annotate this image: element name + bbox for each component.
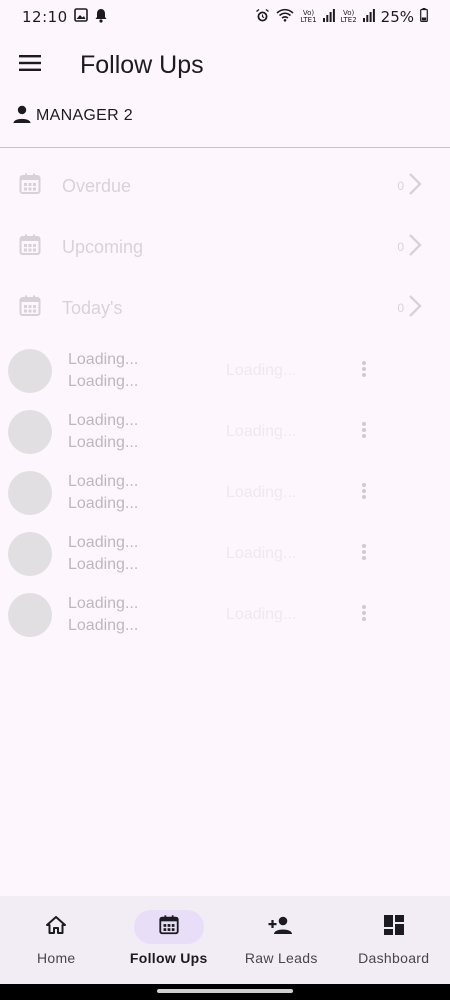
nav-item-follow-ups[interactable]: Follow Ups: [113, 896, 226, 984]
list-item[interactable]: Loading... Loading... Loading...: [8, 346, 388, 396]
more-vert-icon: [361, 543, 367, 566]
status-bar: 12:10 Vo) LTE1 Vo) LTE2 25%: [0, 0, 450, 34]
more-options-button[interactable]: [354, 539, 374, 569]
signal-icon-2: [362, 8, 375, 26]
more-options-button[interactable]: [354, 356, 374, 386]
nav-label: Raw Leads: [244, 950, 318, 966]
dashboard-icon: [383, 914, 405, 941]
gesture-handle[interactable]: [157, 989, 293, 993]
nav-label: Dashboard: [358, 950, 430, 966]
home-icon: [45, 915, 67, 940]
more-vert-icon: [361, 421, 367, 444]
nav-icon-wrap: [359, 910, 429, 944]
signal-icon-1: [322, 8, 335, 26]
lte2-label: Vo) LTE2: [340, 9, 357, 24]
list-item-texts: Loading... Loading...: [68, 412, 228, 452]
page-title: Follow Ups: [80, 50, 204, 79]
battery-icon: [420, 8, 428, 26]
list-item-texts: Loading... Loading...: [68, 473, 228, 513]
list-item-status: Loading...: [226, 606, 297, 623]
list-item-status: Loading...: [226, 423, 297, 440]
chevron-right-icon: [408, 172, 422, 201]
avatar: [8, 471, 52, 515]
status-time: 12:10: [22, 8, 68, 26]
avatar: [8, 593, 52, 637]
list-item-texts: Loading... Loading...: [68, 595, 228, 635]
nav-icon-wrap: [246, 910, 316, 944]
list-item-status: Loading...: [226, 484, 297, 501]
avatar: [8, 349, 52, 393]
list-item-line1: Loading...: [68, 534, 139, 551]
avatar: [8, 410, 52, 454]
chevron-right-icon: [408, 294, 422, 323]
list-item-line1: Loading...: [68, 473, 139, 490]
list-item[interactable]: Loading... Loading... Loading...: [8, 590, 388, 640]
nav-label: Follow Ups: [129, 950, 208, 966]
status-right: Vo) LTE1 Vo) LTE2 25%: [255, 8, 428, 27]
list-item-line2: Loading...: [68, 495, 139, 512]
list-item-status: Loading...: [226, 362, 297, 379]
bottom-nav: Home Follow Ups Raw Leads Dashboard: [0, 896, 450, 984]
summary-count: 0: [397, 179, 404, 193]
list-item-line2: Loading...: [68, 434, 139, 451]
list-item-line1: Loading...: [68, 412, 139, 429]
chevron-right-icon: [408, 233, 422, 262]
user-row: MANAGER 2: [12, 100, 133, 132]
nav-item-home[interactable]: Home: [0, 896, 113, 984]
summary-label: Today's: [62, 297, 123, 318]
list-item-line2: Loading...: [68, 556, 139, 573]
summary-label: Overdue: [62, 175, 132, 196]
more-options-button[interactable]: [354, 600, 374, 630]
menu-button[interactable]: [0, 34, 60, 96]
calendar-icon: [18, 172, 42, 201]
more-options-button[interactable]: [354, 478, 374, 508]
avatar: [8, 532, 52, 576]
list-item-texts: Loading... Loading...: [68, 534, 228, 574]
calendar-icon: [158, 914, 180, 941]
app-bar: Follow Ups: [0, 34, 450, 96]
summary-upcoming[interactable]: Upcoming 0: [18, 227, 422, 267]
gallery-icon: [73, 8, 88, 26]
list-item-line2: Loading...: [68, 373, 139, 390]
user-name: MANAGER 2: [36, 107, 133, 124]
nav-item-raw-leads[interactable]: Raw Leads: [225, 896, 338, 984]
wifi-icon: [276, 8, 295, 26]
alarm-icon: [255, 8, 270, 27]
summary-count: 0: [397, 301, 404, 315]
person-add-icon: [268, 915, 294, 940]
more-vert-icon: [361, 360, 367, 383]
more-vert-icon: [361, 604, 367, 627]
list-item-line1: Loading...: [68, 351, 139, 368]
lte1-label: Vo) LTE1: [300, 9, 317, 24]
list-item[interactable]: Loading... Loading... Loading...: [8, 529, 388, 579]
nav-label: Home: [36, 950, 76, 966]
system-gesture-bar: [0, 984, 450, 1000]
summary-count: 0: [397, 240, 404, 254]
bell-icon: [94, 8, 108, 27]
person-icon: [12, 104, 32, 129]
nav-item-dashboard[interactable]: Dashboard: [338, 896, 450, 984]
more-vert-icon: [361, 482, 367, 505]
list-item-line1: Loading...: [68, 595, 139, 612]
calendar-icon: [18, 233, 42, 262]
summary-label: Upcoming: [62, 236, 144, 257]
nav-icon-wrap: [21, 910, 91, 944]
calendar-icon: [18, 294, 42, 323]
list-item-line2: Loading...: [68, 617, 139, 634]
menu-icon: [19, 54, 41, 76]
nav-active-indicator: [133, 910, 204, 944]
status-left: 12:10: [22, 8, 108, 27]
summary-today[interactable]: Today's 0: [18, 288, 422, 328]
list-item[interactable]: Loading... Loading... Loading...: [8, 468, 388, 518]
list-item-texts: Loading... Loading...: [68, 351, 228, 391]
more-options-button[interactable]: [354, 417, 374, 447]
list-item-status: Loading...: [226, 545, 297, 562]
list-item[interactable]: Loading... Loading... Loading...: [8, 407, 388, 457]
summary-overdue[interactable]: Overdue 0: [18, 166, 422, 206]
battery-percent: 25%: [380, 8, 414, 26]
divider: [0, 147, 450, 148]
